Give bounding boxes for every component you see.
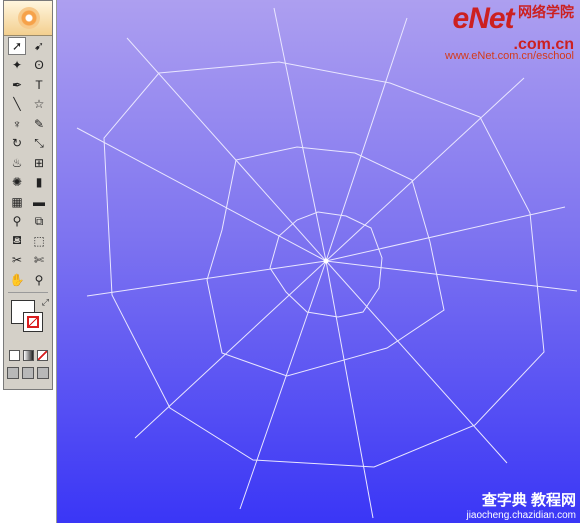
type-tool-icon[interactable]: T: [30, 76, 48, 94]
tool-row: ↻ ⤡: [4, 134, 52, 154]
web-spoke: [325, 77, 525, 262]
toolbox-header: [4, 1, 52, 36]
warp-tool-icon[interactable]: ♨: [8, 154, 26, 172]
mesh-tool-icon[interactable]: ▦: [8, 193, 26, 211]
star-tool-icon[interactable]: ☆: [30, 95, 48, 113]
app-logo-icon: [18, 7, 40, 29]
rotate-tool-icon[interactable]: ↻: [8, 134, 26, 152]
gradient-mode-button[interactable]: [22, 349, 34, 361]
zoom-tool-icon[interactable]: ⚲: [30, 271, 48, 289]
screen-mode-row: [4, 366, 52, 379]
enet-logo: eNet 网络学院 .com.cn www.eNet.com.cn/eschoo…: [445, 2, 574, 62]
artboard-canvas[interactable]: eNet 网络学院 .com.cn www.eNet.com.cn/eschoo…: [57, 0, 580, 523]
web-spoke: [325, 260, 578, 292]
logo-url: www.eNet.com.cn/eschool: [445, 50, 574, 62]
web-spoke: [325, 260, 508, 464]
scale-tool-icon[interactable]: ⤡: [30, 134, 48, 152]
none-mode-button[interactable]: [36, 349, 48, 361]
pencil-tool-icon[interactable]: ✎: [30, 115, 48, 133]
live-paint-bucket-tool-icon[interactable]: ⛾: [8, 232, 26, 250]
slice-tool-icon[interactable]: ✂: [8, 251, 26, 269]
web-spoke: [86, 260, 327, 297]
direct-selection-tool-icon[interactable]: ➹: [30, 37, 48, 55]
web-center-point: [323, 258, 329, 264]
scissors-tool-icon[interactable]: ✄: [30, 251, 48, 269]
web-ring-inner: [269, 211, 383, 318]
logo-brand: eNet: [452, 2, 515, 35]
tool-row: ➚ ➹: [4, 36, 52, 56]
watermark: 查字典 教程网 jiaocheng.chazidian.com: [466, 489, 576, 521]
symbol-sprayer-tool-icon[interactable]: ✺: [8, 173, 26, 191]
tool-row: ⛾ ⬚: [4, 231, 52, 251]
color-mode-button[interactable]: [8, 349, 20, 361]
tool-row: ✋ ⚲: [4, 270, 52, 290]
gradient-tool-icon[interactable]: ▬: [30, 193, 48, 211]
spider-web-artwork[interactable]: [57, 0, 580, 523]
selection-tool-icon[interactable]: ➚: [8, 36, 26, 55]
live-paint-selection-tool-icon[interactable]: ⬚: [30, 232, 48, 250]
swap-colors-icon[interactable]: ⤢: [42, 297, 49, 308]
tool-row: ╲ ☆: [4, 95, 52, 115]
color-mode-row: [4, 349, 52, 361]
web-spoke: [273, 7, 327, 262]
standard-screen-mode-button[interactable]: [7, 366, 19, 379]
stroke-color-swatch[interactable]: [23, 311, 43, 332]
web-spoke: [126, 37, 327, 262]
tool-row: ✺ ▮: [4, 173, 52, 193]
line-segment-tool-icon[interactable]: ╲: [8, 95, 26, 113]
web-spoke: [325, 17, 408, 262]
tool-row: ♨ ⊞: [4, 153, 52, 173]
web-spoke: [76, 127, 327, 262]
color-swatches: ⤢: [4, 295, 52, 347]
blend-tool-icon[interactable]: ⧉: [30, 212, 48, 230]
tool-row: ✒ T: [4, 75, 52, 95]
hand-tool-icon[interactable]: ✋: [8, 271, 26, 289]
logo-chinese: 网络学院: [518, 4, 574, 20]
tool-row: ▦ ▬: [4, 192, 52, 212]
tool-row: ⚲ ⧉: [4, 212, 52, 232]
free-transform-tool-icon[interactable]: ⊞: [30, 154, 48, 172]
tool-row: ✦ ʘ: [4, 56, 52, 76]
tool-grid: ➚ ➹ ✦ ʘ ✒ T ╲ ☆ ♆ ✎ ↻ ⤡ ♨ ⊞ ✺ ▮ ▦ ▬ ⚲ ⧉ ⛾ ⬚ ✂ ✄ ✋ ⚲: [4, 36, 52, 290]
divider: [8, 291, 48, 293]
lasso-tool-icon[interactable]: ʘ: [30, 56, 48, 74]
tools-panel: ➚ ➹ ✦ ʘ ✒ T ╲ ☆ ♆ ✎ ↻ ⤡ ♨ ⊞ ✺ ▮ ▦ ▬ ⚲ ⧉ ⛾ ⬚ ✂ ✄ ✋ ⚲ ⤢: [3, 0, 53, 390]
web-spoke: [134, 260, 327, 439]
web-spoke: [239, 260, 327, 510]
web-ring-outer: [103, 61, 545, 468]
tool-row: ✂ ✄: [4, 251, 52, 271]
tool-row: ♆ ✎: [4, 114, 52, 134]
magic-wand-tool-icon[interactable]: ✦: [8, 56, 26, 74]
watermark-title: 查字典 教程网: [481, 492, 576, 509]
full-screen-menu-mode-button[interactable]: [22, 366, 34, 379]
eyedropper-tool-icon[interactable]: ⚲: [8, 212, 26, 230]
column-graph-tool-icon[interactable]: ▮: [30, 173, 48, 191]
web-spoke: [325, 260, 374, 519]
full-screen-mode-button[interactable]: [37, 366, 49, 379]
pen-tool-icon[interactable]: ✒: [8, 76, 26, 94]
watermark-url: jiaocheng.chazidian.com: [466, 510, 576, 521]
paintbrush-tool-icon[interactable]: ♆: [8, 115, 26, 133]
web-spoke: [325, 206, 566, 262]
